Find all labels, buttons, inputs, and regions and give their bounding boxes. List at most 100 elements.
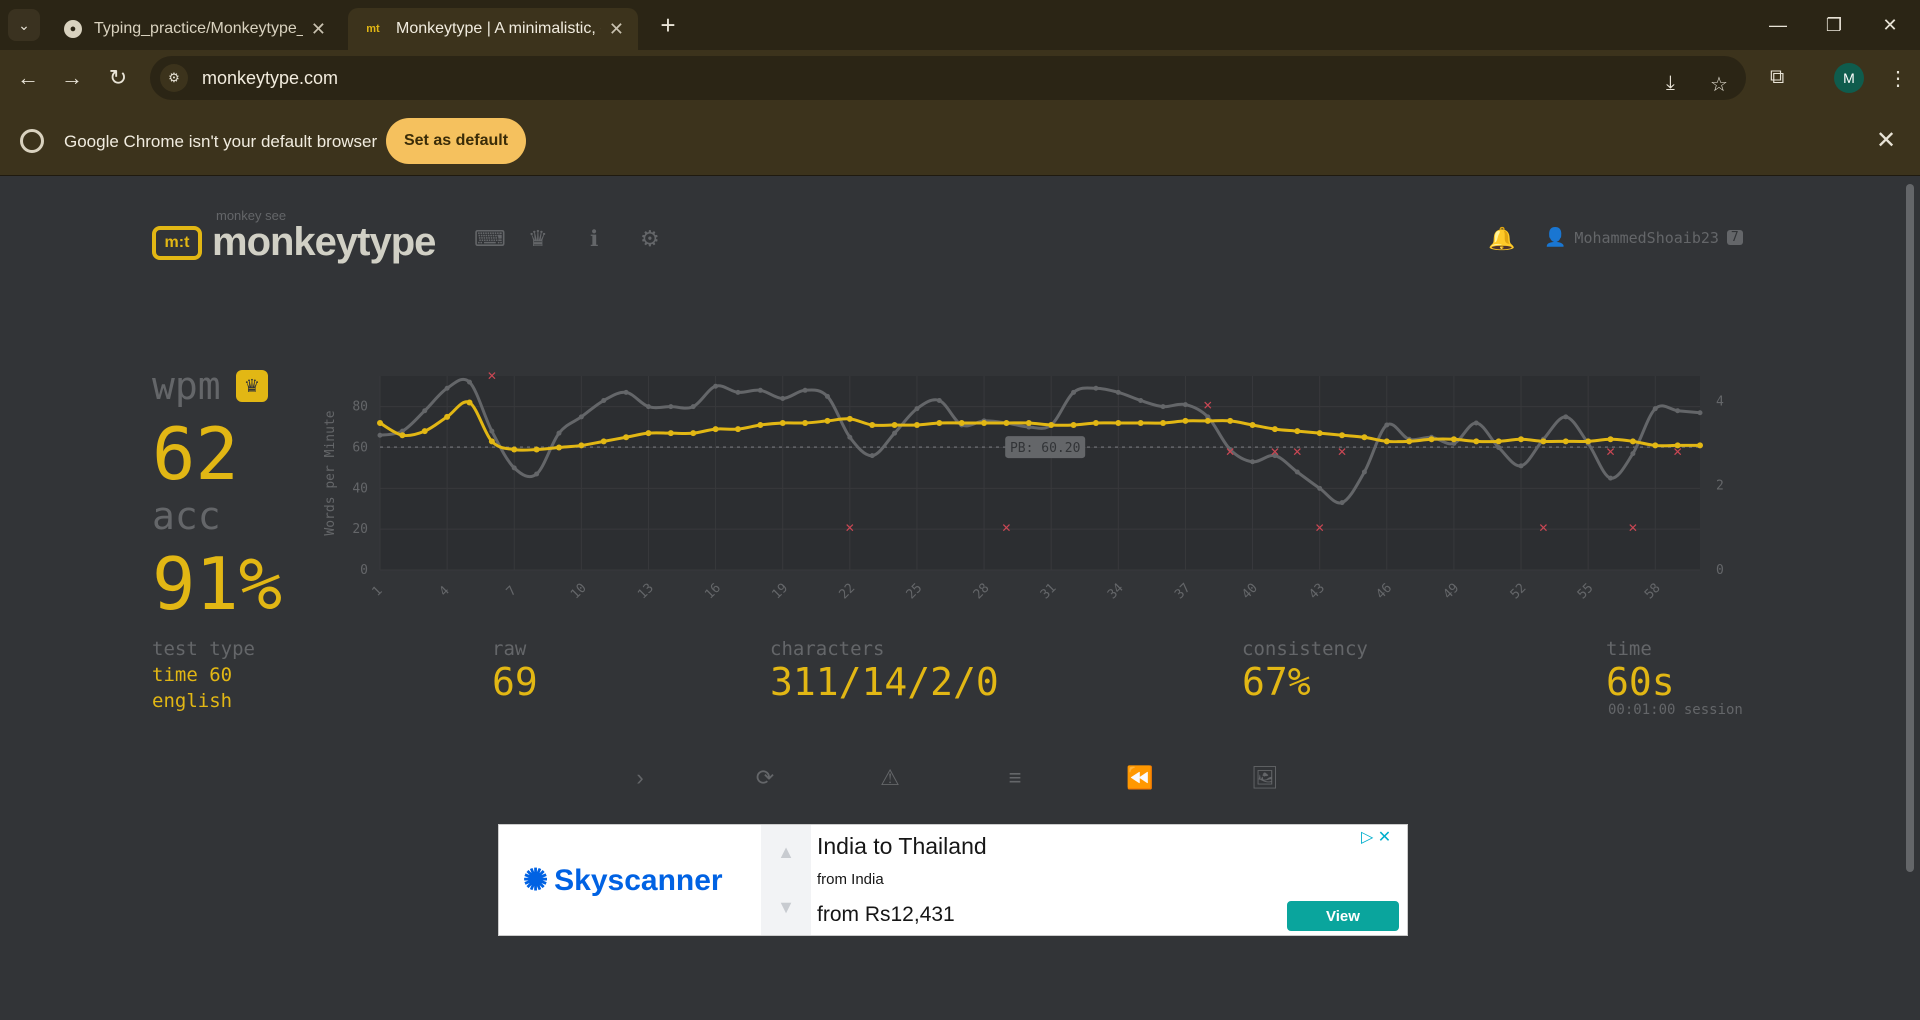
warning-icon: ⚠ [880,765,900,790]
tab-strip: ⌄ ● Typing_practice/Monkeytype_ ✕ mt Mon… [0,0,1920,50]
practice-missed-button[interactable]: ⚠ [870,758,910,798]
raw-point [1361,469,1367,475]
username: MohammedShoaib23 [1574,228,1719,247]
install-app-icon[interactable]: ⤓ [1666,72,1675,95]
tab-search-button[interactable]: ⌄ [8,9,40,41]
raw-point [869,453,875,459]
forward-button[interactable]: → [56,62,88,94]
screenshot-button[interactable]: 🖼 [1245,758,1285,798]
close-tab-icon[interactable]: ✕ [311,19,326,40]
monkeytype-page: m:t monkey see monkeytype ⌨ ♛ ℹ ⚙ 🔔 👤 Mo… [0,176,1920,1020]
new-tab-button[interactable]: + [652,9,684,41]
y2-tick-label: 0 [1716,563,1724,578]
wpm-point [1450,436,1457,443]
wpm-point [1092,419,1099,426]
plus-icon: + [660,9,676,40]
personal-best-crown-icon: ♛ [236,370,268,402]
close-tab-icon[interactable]: ✕ [609,19,624,40]
address-bar[interactable]: ⚙ monkeytype.com ⤓ ☆ [150,56,1746,100]
x-tick-label: 10 [568,581,590,603]
wpm-point [444,413,451,420]
characters-label: characters [770,638,885,660]
back-button[interactable]: ← [12,62,44,94]
y-axis-title: Words per Minute [323,410,338,535]
reload-icon: ↻ [108,65,128,90]
raw-point [623,389,629,395]
info-icon[interactable]: ℹ [590,226,598,252]
crown-icon[interactable]: ♛ [528,226,548,252]
x-tick-label: 13 [635,581,657,603]
ad-choices-icon[interactable]: ▷ ✕ [1361,827,1391,847]
extensions-icon[interactable]: ⧉ [1770,66,1784,89]
restart-icon: ⟳ [755,765,775,790]
logo[interactable]: m:t monkey see monkeytype [152,208,436,265]
wpm-point [1339,432,1346,439]
x-tick-label: 25 [904,581,926,603]
characters-value: 311/14/2/0 [770,660,999,704]
reload-button[interactable]: ↻ [102,62,134,94]
error-marker: ✕ [1337,445,1347,459]
y-tick-label: 40 [352,481,368,496]
raw-point [1675,408,1681,414]
consistency-label: consistency [1242,638,1368,660]
wpm-point [466,399,473,406]
rewind-icon: ⏪ [1126,765,1154,790]
y2-tick-label: 2 [1716,479,1724,494]
sunburst-icon: ✺ [523,864,549,897]
wpm-point [1383,438,1390,445]
profile-avatar[interactable]: M [1834,63,1864,93]
wpm-point [869,422,876,429]
wpm-point [846,415,853,422]
minimize-button[interactable]: — [1750,0,1806,50]
pb-label: PB: 60.20 [1010,441,1080,456]
close-infobar-icon[interactable]: ✕ [1876,126,1896,155]
bookmark-star-icon[interactable]: ☆ [1710,72,1728,97]
restart-button[interactable]: ⟳ [745,758,785,798]
wpm-point [1160,419,1167,426]
ad-headline: India to Thailand [817,833,987,859]
page-scrollbar[interactable] [1906,184,1914,872]
x-tick-label: 43 [1306,581,1328,603]
keyboard-icon[interactable]: ⌨ [474,226,506,252]
more-menu-icon[interactable]: ⋮ [1888,66,1908,91]
test-type-label: test type [152,638,255,660]
wpm-point [1227,417,1234,424]
advertisement[interactable]: ✺ Skyscanner ▲ ▼ India to Thailand from … [498,824,1408,936]
words-history-button[interactable]: ≡ [995,758,1035,798]
wpm-point [511,446,518,453]
account-button[interactable]: 👤 MohammedShoaib23 7 [1544,227,1743,248]
error-marker: ✕ [1225,445,1235,459]
raw-point [1496,444,1502,450]
x-tick-label: 46 [1373,581,1395,603]
set-as-default-button[interactable]: Set as default [386,118,526,164]
close-window-button[interactable]: ✕ [1862,0,1918,50]
raw-point [713,383,719,389]
raw-point [892,430,898,436]
logo-mark: m:t [152,225,202,260]
wpm-point [1316,430,1323,437]
x-tick-label: 31 [1038,581,1060,603]
wpm-point [667,430,674,437]
arrow-down-icon[interactable]: ▼ [777,897,795,918]
raw-point [824,393,830,399]
wpm-point [421,428,428,435]
y2-tick-label: 4 [1716,394,1724,409]
next-test-button[interactable]: › [620,758,660,798]
acc-label: acc [152,494,221,538]
site-info-icon[interactable]: ⚙ [160,64,188,92]
arrow-up-icon[interactable]: ▲ [777,842,795,863]
replay-button[interactable]: ⏪ [1120,758,1160,798]
wpm-point [779,419,786,426]
raw-point [1608,475,1614,481]
notification-bell-icon[interactable]: 🔔 [1488,226,1515,252]
ad-carousel-arrows[interactable]: ▲ ▼ [761,825,811,935]
restore-button[interactable]: ❐ [1806,0,1862,50]
wpm-point [802,419,809,426]
settings-gear-icon[interactable]: ⚙ [640,226,660,252]
x-tick-label: 58 [1642,581,1664,603]
tab-monkeytype[interactable]: mt Monkeytype | A minimalistic, cu ✕ [348,8,638,50]
tab-github[interactable]: ● Typing_practice/Monkeytype_ ✕ [50,8,340,50]
ad-view-button[interactable]: View [1287,901,1399,931]
wpm-point [1137,419,1144,426]
wpm-chart: 0204060801 4 7 10 13 16 19 22 25 28 31 34 37 40 43 46 49… [323,369,1724,603]
